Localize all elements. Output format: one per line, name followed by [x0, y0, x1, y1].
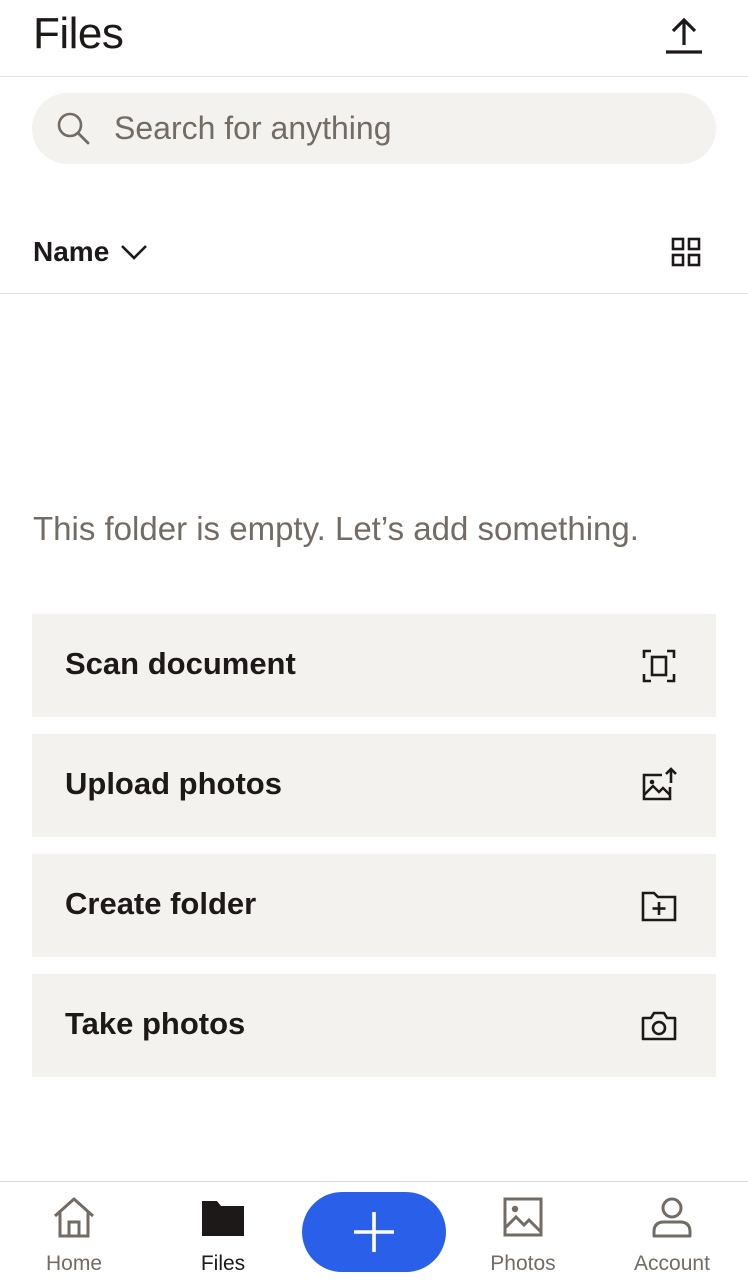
sort-label: Name [33, 236, 110, 267]
nav-label: Files [200, 1252, 246, 1275]
sort-by-name-button[interactable]: Name [33, 232, 149, 272]
upload-photos-button[interactable]: Upload photos [32, 734, 716, 837]
nav-item-files[interactable]: Files [163, 1182, 283, 1281]
account-icon [652, 1197, 692, 1238]
create-folder-icon [641, 891, 677, 922]
chevron-down-icon [121, 245, 148, 260]
plus-icon [354, 1212, 394, 1252]
scan-document-icon [642, 649, 676, 683]
nav-label: Account [634, 1252, 710, 1275]
camera-icon [641, 1011, 677, 1041]
action-label: Take photos [65, 1006, 246, 1041]
add-button[interactable] [302, 1192, 446, 1272]
nav-label: Home [45, 1252, 103, 1275]
scan-document-button[interactable]: Scan document [32, 614, 716, 717]
folder-icon [202, 1201, 244, 1236]
upload-photo-icon [642, 767, 677, 801]
create-folder-button[interactable]: Create folder [32, 854, 716, 957]
header: Files [0, 0, 748, 77]
search-input[interactable] [114, 105, 694, 151]
empty-folder-message: This folder is empty. Let’s add somethin… [33, 510, 639, 547]
home-icon [53, 1197, 95, 1238]
nav-label: Photos [490, 1252, 556, 1275]
view-toggle-button[interactable] [666, 232, 706, 272]
sort-row: Name [0, 210, 748, 294]
take-photos-button[interactable]: Take photos [32, 974, 716, 1077]
grid-view-icon [671, 237, 701, 267]
action-label: Scan document [65, 646, 296, 681]
search-bar[interactable] [32, 93, 716, 164]
photos-icon [503, 1197, 543, 1237]
search-icon [57, 112, 90, 145]
nav-item-home[interactable]: Home [14, 1182, 134, 1281]
upload-icon [666, 17, 702, 54]
nav-item-photos[interactable]: Photos [463, 1182, 583, 1281]
nav-item-account[interactable]: Account [612, 1182, 732, 1281]
action-label: Create folder [65, 886, 257, 921]
upload-button[interactable] [660, 12, 708, 60]
page-title: Files [33, 9, 124, 58]
action-label: Upload photos [65, 766, 282, 801]
